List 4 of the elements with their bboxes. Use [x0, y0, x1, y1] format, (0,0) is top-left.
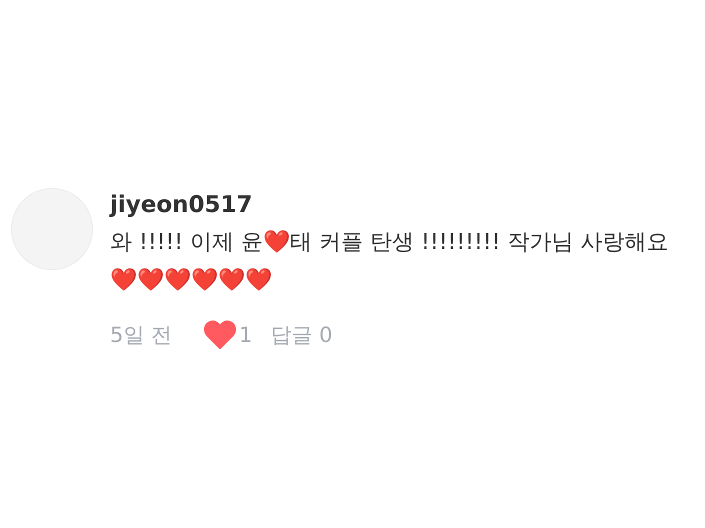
comment-text: 와 !!!!! 이제 윤❤태 커플 탄생 !!!!!!!!! 작가님 사랑해요 ❤❤❤❤❤❤ [110, 229, 670, 295]
reply-button[interactable]: 답글 0 [270, 320, 332, 348]
username[interactable]: jiyeon0517 [110, 188, 253, 222]
timestamp: 5일 전 [110, 322, 172, 348]
